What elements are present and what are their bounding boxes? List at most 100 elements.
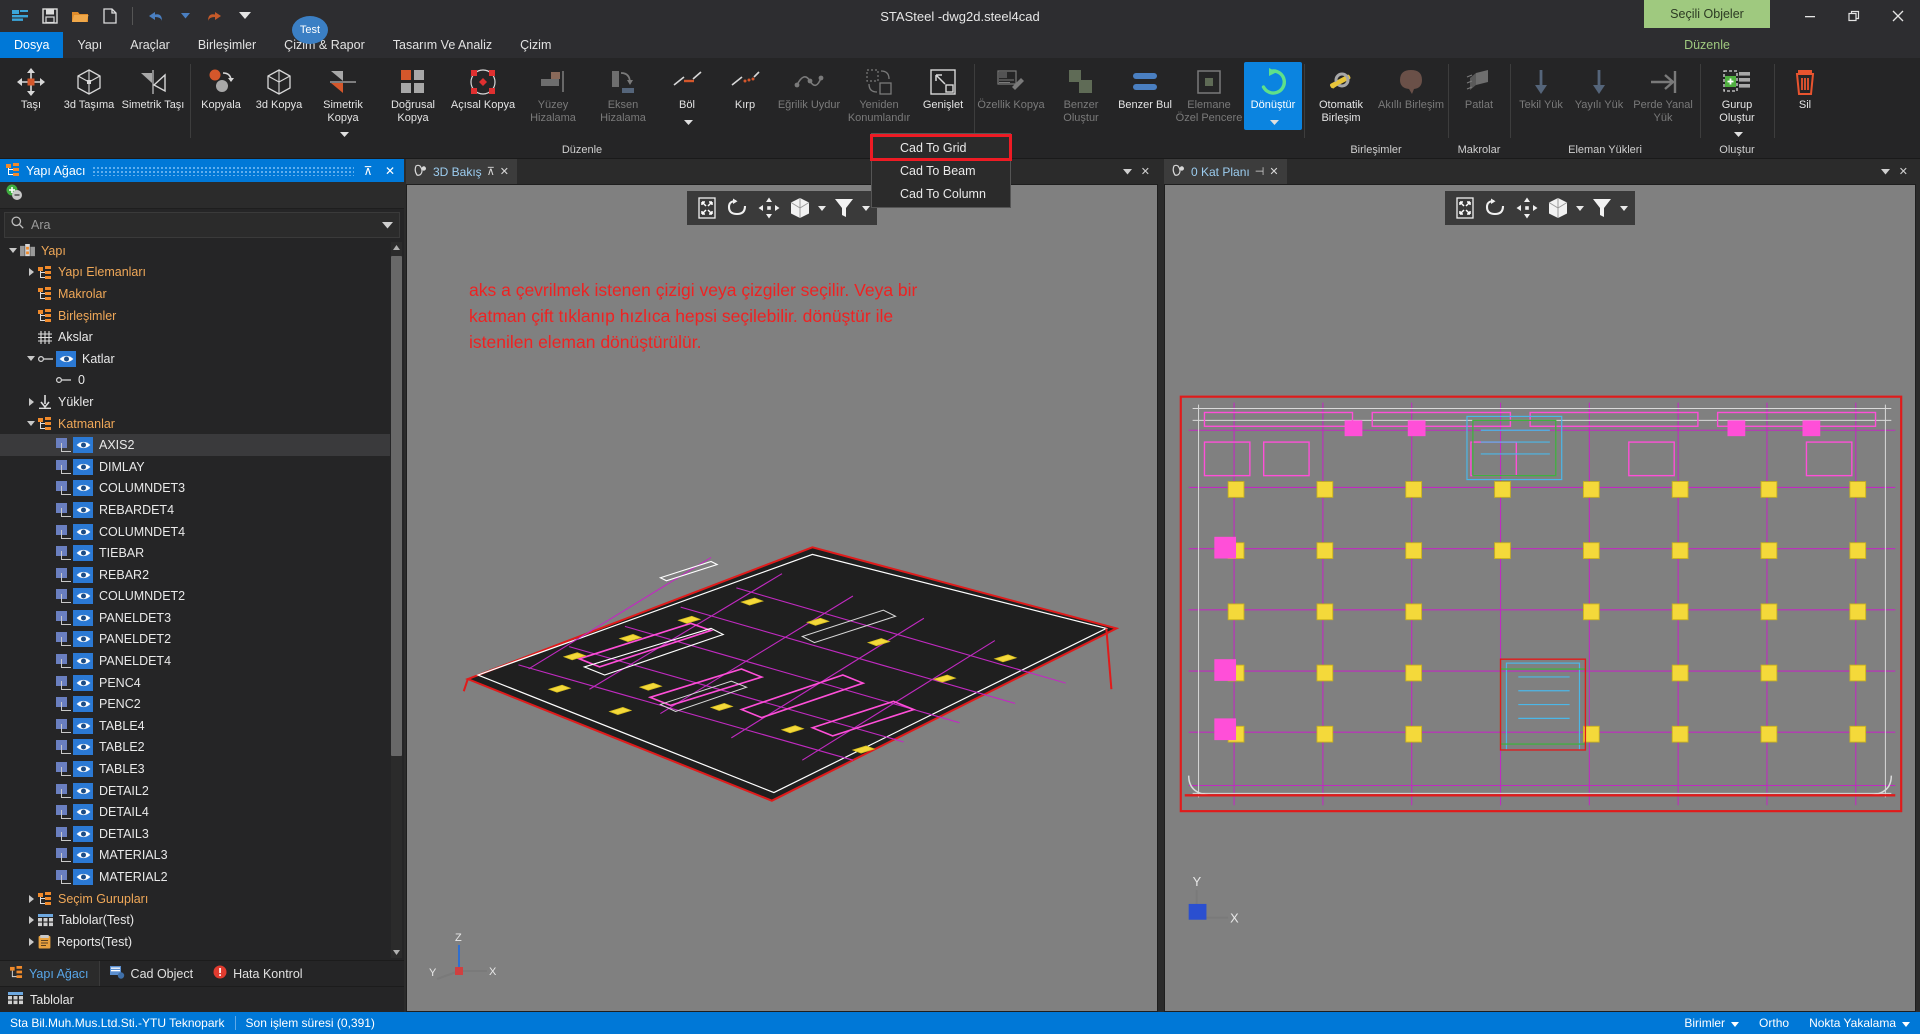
visibility-eye-icon[interactable] [73,761,93,777]
minimize-icon[interactable] [1788,0,1832,32]
contextual-tab-duzenle[interactable]: Düzenle [1644,32,1770,58]
visibility-eye-icon[interactable] [73,847,93,863]
search-input[interactable]: Ara [4,212,400,238]
tab-birlesimler[interactable]: Birleşimler [184,32,270,58]
pin-icon[interactable]: ⊣ [1255,165,1265,178]
ribbon-button-dönüştür[interactable]: Dönüştür [1244,62,1302,130]
visibility-eye-icon[interactable] [56,351,76,367]
visibility-eye-icon[interactable] [73,480,93,496]
tree-node[interactable]: Tablolar(Test) [0,909,390,931]
tree-expander-icon[interactable] [24,268,38,276]
filter-icon[interactable] [830,194,858,222]
status-nokta-yakalama[interactable]: Nokta Yakalama [1799,1012,1920,1034]
tree-node[interactable]: DETAIL3 [0,823,390,845]
close-icon[interactable]: ✕ [1269,165,1278,178]
chevron-down-icon[interactable] [1902,1016,1910,1030]
undo-icon[interactable] [141,3,169,29]
viewport-plan-canvas[interactable]: Y X [1164,184,1916,1012]
visibility-eye-icon[interactable] [73,718,93,734]
tree-node[interactable]: COLUMNDET2 [0,586,390,608]
orbit-icon[interactable] [1482,194,1510,222]
tree-node[interactable]: DETAIL2 [0,780,390,802]
ribbon-button-gurup-oluştur[interactable]: Gurup Oluştur [1702,62,1772,142]
visibility-eye-icon[interactable] [73,567,93,583]
chevron-down-icon[interactable] [1731,1016,1739,1030]
close-icon[interactable] [1876,0,1920,32]
visibility-eye-icon[interactable] [73,545,93,561]
redo-icon[interactable] [201,3,229,29]
scroll-thumb[interactable] [391,256,402,756]
filter-dropdown-icon[interactable] [861,194,871,222]
tree-node[interactable]: TIEBAR [0,542,390,564]
tree-node[interactable]: Birleşimler [0,305,390,327]
tree-node[interactable]: DIMLAY [0,456,390,478]
chevron-down-icon[interactable] [684,112,693,130]
tree-node[interactable]: Reports(Test) [0,931,390,953]
chevron-down-icon[interactable] [1734,124,1743,142]
scroll-down-arrow[interactable] [391,947,402,958]
visibility-eye-icon[interactable] [73,631,93,647]
chevron-down-icon[interactable] [1881,166,1890,178]
tree-node[interactable]: REBARDET4 [0,499,390,521]
chevron-down-icon[interactable] [382,216,393,234]
viewport-tab-3d-bakis[interactable]: 3D Bakış ⊼ ✕ [406,159,517,184]
box-view-dropdown-icon[interactable] [817,194,827,222]
visibility-eye-icon[interactable] [73,653,93,669]
ribbon-button-genişlet[interactable]: Genişlet [914,62,972,128]
tree-node[interactable]: Katlar [0,348,390,370]
tree-node[interactable]: Yapı [0,240,390,262]
tree-node[interactable]: DETAIL4 [0,801,390,823]
tree-node[interactable]: Yükler [0,391,390,413]
panel-drag-handle[interactable] [92,166,354,176]
visibility-eye-icon[interactable] [73,502,93,518]
visibility-eye-icon[interactable] [73,459,93,475]
chevron-down-icon[interactable] [1123,166,1132,178]
tree-expander-icon[interactable] [24,356,38,361]
fit-view-icon[interactable] [1451,194,1479,222]
tab-araclar[interactable]: Araçlar [116,32,184,58]
scroll-up-arrow[interactable] [391,242,402,253]
visibility-eye-icon[interactable] [73,437,93,453]
status-ortho[interactable]: Ortho [1749,1012,1799,1034]
ribbon-button-böl[interactable]: Böl [658,62,716,130]
tree-node[interactable]: Makrolar [0,283,390,305]
panel-tab-yapi-agaci[interactable]: Yapı Ağacı [0,961,100,986]
ribbon-button-benzer-bul[interactable]: Benzer Bul [1116,62,1174,128]
ribbon-button-simetrik-kopya[interactable]: Simetrik Kopya [308,62,378,142]
visibility-eye-icon[interactable] [73,696,93,712]
ribbon-button-açısal-kopya[interactable]: Açısal Kopya [448,62,518,128]
panel-tab-hata-kontrol[interactable]: Hata Kontrol [203,961,312,986]
tree-node[interactable]: Seçim Gurupları [0,888,390,910]
visibility-eye-icon[interactable] [73,783,93,799]
tree-expander-icon[interactable] [24,421,38,426]
ribbon-button-3d-kopya[interactable]: 3d Kopya [250,62,308,128]
tree-node[interactable]: 0 [0,370,390,392]
tree-expander-icon[interactable] [6,248,20,253]
chevron-down-icon[interactable] [1270,112,1279,130]
menu-item-cad-to-grid[interactable]: Cad To Grid [872,136,1010,159]
add-remove-icon[interactable] [6,184,26,207]
tree-node[interactable]: MATERIAL2 [0,866,390,888]
ribbon-button-doğrusal-kopya[interactable]: Doğrusal Kopya [378,62,448,128]
tree-node[interactable]: Akslar [0,326,390,348]
open-folder-icon[interactable] [66,3,94,29]
ribbon-button-sil[interactable]: Sil [1776,62,1834,128]
tablolar-panel-tab[interactable]: Tablolar [0,986,404,1012]
panel-tab-cad-object[interactable]: Cad Object [100,961,204,986]
pin-icon[interactable]: ⊼ [487,165,495,178]
ribbon-button-kopyala[interactable]: Kopyala [192,62,250,128]
filter-icon[interactable] [1588,194,1616,222]
tree-node[interactable]: TABLE4 [0,715,390,737]
tree-node[interactable]: COLUMNDET3 [0,478,390,500]
tree-node[interactable]: Yapı Elemanları [0,262,390,284]
tab-yapi[interactable]: Yapı [63,32,116,58]
ribbon-button-kırp[interactable]: Kırp [716,62,774,128]
close-icon[interactable]: ✕ [1141,165,1150,178]
orbit-icon[interactable] [724,194,752,222]
box-view-dropdown-icon[interactable] [1575,194,1585,222]
menu-item-cad-to-column[interactable]: Cad To Column [872,182,1010,205]
contextual-tab-selected-objects[interactable]: Seçili Objeler [1644,0,1770,28]
visibility-eye-icon[interactable] [73,588,93,604]
visibility-eye-icon[interactable] [73,610,93,626]
chevron-down-icon[interactable] [340,124,349,142]
